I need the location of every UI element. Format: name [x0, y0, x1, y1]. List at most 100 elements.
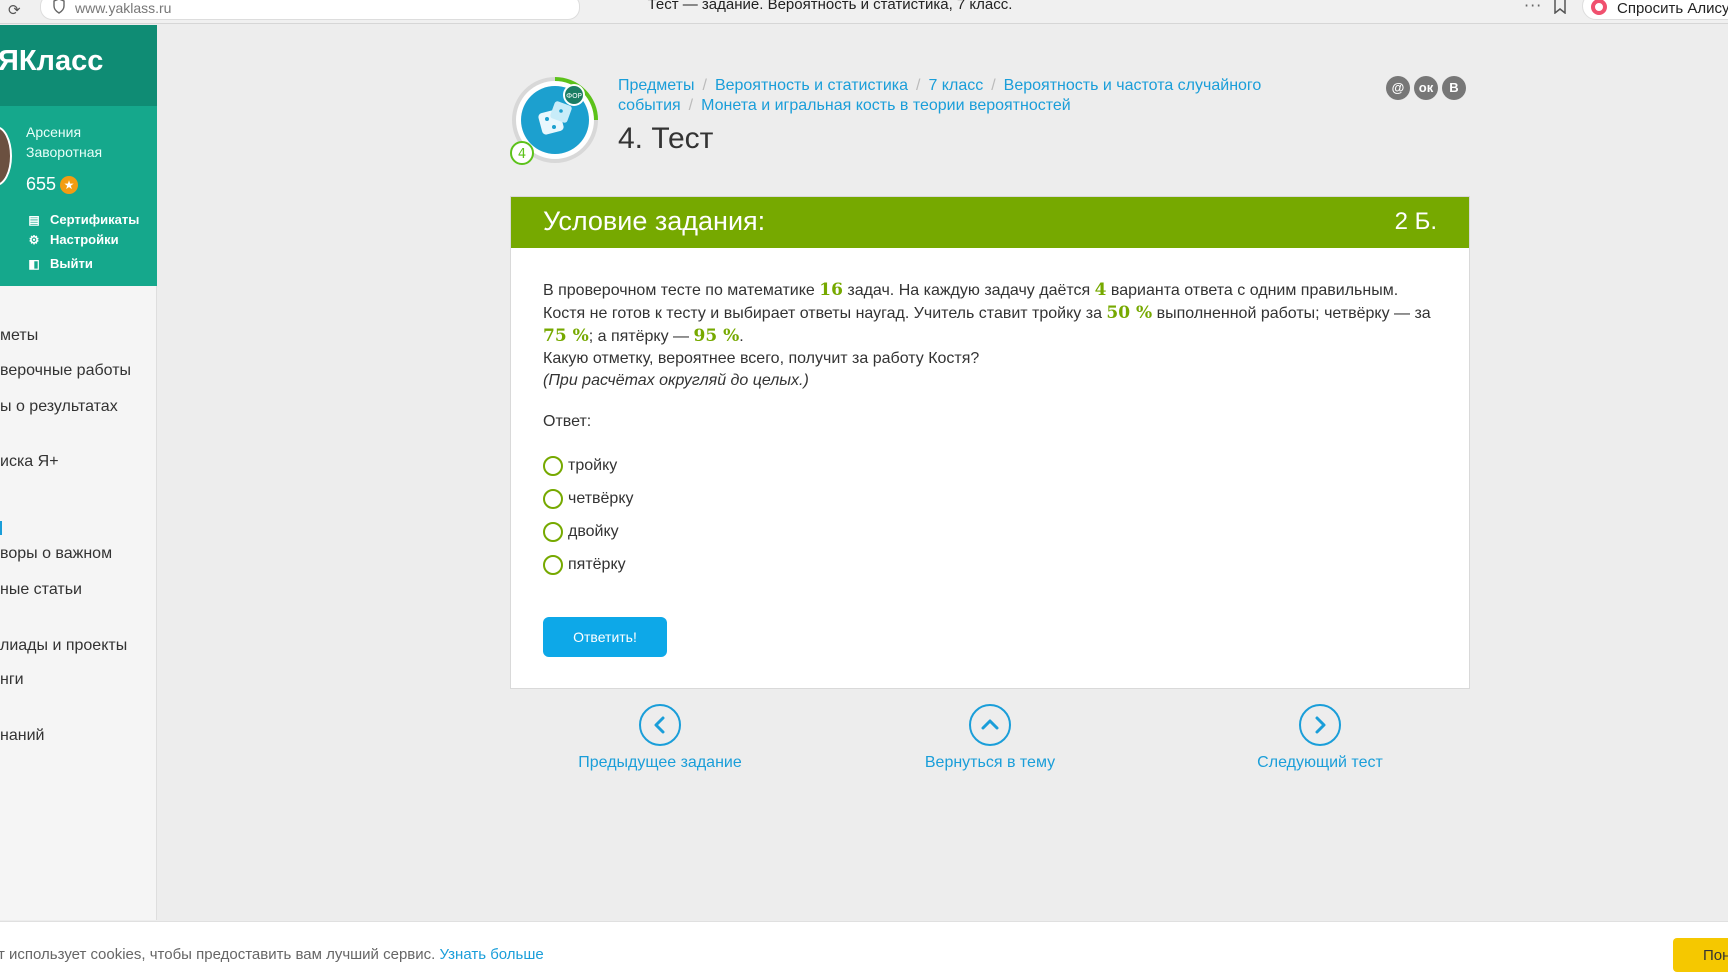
logo: ЯКласс: [0, 45, 104, 77]
points-count: 655: [26, 174, 57, 194]
prev-task-link[interactable]: Предыдущее задание: [530, 704, 790, 772]
menu-settings-label: Настройки: [50, 232, 119, 247]
breadcrumb-separator: /: [688, 97, 694, 114]
sidebar-item-subjects[interactable]: меты: [0, 327, 38, 345]
radio-button[interactable]: [543, 521, 563, 542]
star-icon: ★: [60, 176, 78, 194]
task-number: 4: [1094, 280, 1107, 300]
bookmark-icon[interactable]: [1553, 0, 1567, 14]
ask-alice-label: Спросить Алису: [1617, 0, 1728, 17]
sidebar: ЯКласс Арсения Заворотная 655 ★ ▤ Сертифи…: [0, 25, 157, 920]
breadcrumb-subtopic[interactable]: Монета и игральная кость в теории вероят…: [701, 97, 1071, 114]
logo-block[interactable]: ЯКласс: [0, 25, 157, 106]
radio-button[interactable]: [543, 554, 563, 575]
task-number: 16: [819, 280, 843, 300]
task-text-part: .: [739, 328, 744, 345]
task-text: В проверочном тесте по математике 16 зад…: [543, 279, 1443, 392]
page-title: 4. Тест: [618, 122, 714, 155]
menu-logout-label: Выйти: [50, 256, 93, 271]
submit-answer-button[interactable]: Ответить!: [543, 617, 667, 657]
url-text: www.yaklass.ru: [75, 0, 172, 16]
browser-toolbar: ⟳ www.yaklass.ru Тест — задание. Вероятн…: [0, 0, 1728, 24]
back-to-topic-link[interactable]: Вернуться в тему: [860, 704, 1120, 772]
answer-label: Ответ:: [543, 413, 592, 430]
task-text-part: В проверочном тесте по математике: [543, 282, 820, 299]
menu-logout[interactable]: ◧ Выйти: [26, 256, 93, 271]
answer-option[interactable]: пятёрку: [543, 548, 634, 581]
answer-option[interactable]: двойку: [543, 515, 634, 548]
cookie-accept-button[interactable]: Пон: [1673, 938, 1728, 972]
badge-tag: ФОР: [566, 92, 582, 100]
task-number: 75 %: [543, 326, 589, 346]
mail-share-icon[interactable]: @: [1386, 76, 1410, 100]
more-icon[interactable]: ···: [1524, 0, 1542, 15]
breadcrumb: Предметы / Вероятность и статистика / 7 клас…: [618, 76, 1338, 116]
cookie-banner: т использует cookies, чтобы предоставить…: [0, 921, 1728, 972]
answer-option-label[interactable]: пятёрку: [568, 556, 626, 574]
next-test-link[interactable]: Следующий тест: [1190, 704, 1450, 772]
logout-icon: ◧: [28, 257, 40, 271]
user-name[interactable]: Арсения Заворотная: [26, 122, 146, 162]
profile-panel: Арсения Заворотная 655 ★ ▤ Сертификаты ⚙ Н…: [0, 106, 157, 286]
task-text-part: задач. На каждую задачу даётся: [842, 282, 1095, 299]
breadcrumb-grade[interactable]: 7 класс: [928, 77, 983, 94]
answer-option-label[interactable]: двойку: [568, 523, 619, 541]
task-card: Условие задания: 2 Б. В проверочном тест…: [510, 196, 1470, 689]
cookie-text: т использует cookies, чтобы предоставить…: [0, 946, 544, 963]
address-bar[interactable]: www.yaklass.ru: [40, 0, 580, 20]
radio-button[interactable]: [543, 455, 563, 476]
vk-share-icon[interactable]: В: [1442, 76, 1466, 100]
answer-option[interactable]: тройку: [543, 449, 634, 482]
breadcrumb-separator: /: [702, 77, 707, 94]
cookie-message: т использует cookies, чтобы предоставить…: [0, 946, 436, 963]
task-hint: (При расчётах округляй до целых.): [543, 372, 809, 389]
breadcrumb-separator: /: [991, 77, 996, 94]
alice-icon: [1591, 0, 1607, 15]
sidebar-item-articles[interactable]: ные статьи: [0, 581, 82, 599]
topic-badge-icon: ФОР 4: [510, 77, 598, 165]
avatar[interactable]: [0, 126, 12, 186]
answer-options: тройку четвёрку двойку пятёрку: [543, 449, 634, 581]
radio-button[interactable]: [543, 488, 563, 509]
breadcrumb-course[interactable]: Вероятность и статистика: [715, 77, 908, 94]
menu-certificates[interactable]: ▤ Сертификаты: [26, 212, 139, 227]
task-header: Условие задания: 2 Б.: [511, 197, 1469, 248]
next-test-label[interactable]: Следующий тест: [1190, 754, 1450, 772]
menu-certificates-label: Сертификаты: [50, 212, 140, 227]
sidebar-marker: [0, 521, 2, 535]
reload-icon[interactable]: ⟳: [8, 1, 21, 19]
task-header-title: Условие задания:: [543, 206, 766, 236]
sidebar-item-reports[interactable]: ы о результатах: [0, 398, 118, 416]
sidebar-item-subscription[interactable]: иска Я+: [0, 453, 59, 471]
sidebar-item-tests[interactable]: верочные работы: [0, 362, 131, 380]
prev-task-label[interactable]: Предыдущее задание: [530, 754, 790, 772]
answer-option-label[interactable]: тройку: [568, 457, 617, 475]
task-score: 2 Б.: [1394, 208, 1437, 235]
sidebar-item-important-talks[interactable]: воры о важном: [0, 545, 112, 563]
breadcrumb-subjects[interactable]: Предметы: [618, 77, 694, 94]
chevron-left-icon[interactable]: [639, 704, 681, 746]
certificate-icon: ▤: [28, 213, 40, 227]
cookie-learn-more-link[interactable]: Узнать больше: [439, 946, 543, 963]
breadcrumb-separator: /: [916, 77, 921, 94]
ok-share-icon[interactable]: ок: [1414, 76, 1438, 100]
task-number: 95 %: [693, 326, 740, 346]
task-question: Какую отметку, вероятнее всего, получит …: [543, 350, 980, 367]
sidebar-item-knowledge[interactable]: наний: [0, 727, 44, 745]
task-number: 50 %: [1106, 303, 1153, 323]
tab-title: Тест — задание. Вероятность и статистика…: [647, 0, 1013, 13]
chevron-up-icon[interactable]: [969, 704, 1011, 746]
answer-option[interactable]: четвёрку: [543, 482, 634, 515]
gear-icon: ⚙: [28, 233, 40, 247]
task-text-part: выполненной работы; четвёрку — за: [1152, 305, 1431, 322]
chevron-right-icon[interactable]: [1299, 704, 1341, 746]
sidebar-item-ratings[interactable]: нги: [0, 671, 24, 689]
badge-level: 4: [518, 147, 526, 162]
answer-option-label[interactable]: четвёрку: [568, 490, 634, 508]
back-to-topic-label[interactable]: Вернуться в тему: [860, 754, 1120, 772]
sidebar-item-olympiads[interactable]: лиады и проекты: [0, 637, 127, 655]
task-text-part: ; а пятёрку —: [588, 328, 694, 345]
share-buttons: @ ок В: [1386, 76, 1470, 100]
menu-settings[interactable]: ⚙ Настройки: [26, 232, 119, 247]
ask-alice-button[interactable]: Спросить Алису: [1582, 0, 1728, 20]
